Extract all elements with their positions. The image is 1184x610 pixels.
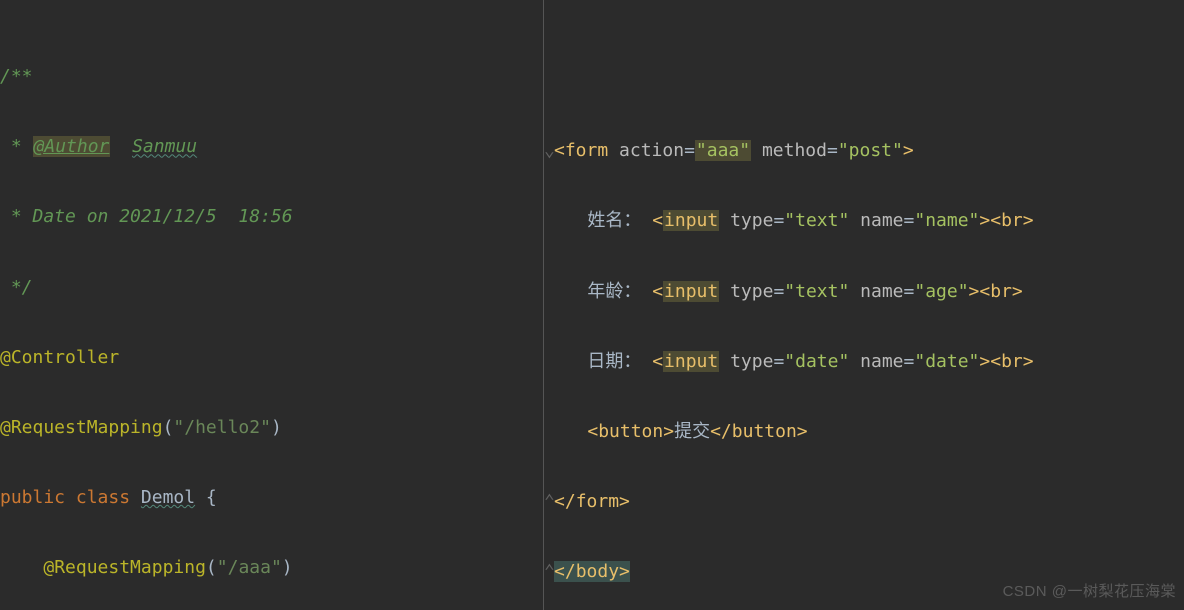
kw-public: public bbox=[0, 487, 65, 508]
submit-label: 提交 bbox=[674, 421, 710, 442]
html-snippet: ⌄<form action="aaa" method="post"> 姓名： <… bbox=[544, 70, 1184, 610]
doc-author-name: Sanmuu bbox=[132, 136, 197, 157]
label-date: 日期： bbox=[587, 351, 641, 372]
doc-author-tag: @Author bbox=[33, 136, 111, 157]
annotation-requestmapping: @RequestMapping bbox=[43, 557, 206, 578]
doc-end: */ bbox=[0, 277, 33, 298]
watermark: CSDN @一树梨花压海棠 bbox=[1003, 577, 1176, 606]
rm-path: "/hello2" bbox=[173, 417, 271, 438]
annotation-requestmapping: @RequestMapping bbox=[0, 417, 163, 438]
doc-date: * Date on 2021/12/5 18:56 bbox=[0, 206, 293, 227]
annotation-controller: @Controller bbox=[0, 347, 119, 368]
doc-line: /** bbox=[0, 66, 33, 87]
form-action: "aaa" bbox=[695, 140, 751, 161]
rm-aaa: "/aaa" bbox=[217, 557, 282, 578]
kw-class: class bbox=[76, 487, 130, 508]
right-code-pane[interactable]: ⌄<form action="aaa" method="post"> 姓名： <… bbox=[544, 0, 1184, 610]
label-name: 姓名： bbox=[587, 210, 641, 231]
label-age: 年龄： bbox=[587, 281, 641, 302]
left-code-pane[interactable]: /** * @Author Sanmuu * Date on 2021/12/5… bbox=[0, 0, 544, 610]
class-name: Demol bbox=[141, 487, 195, 508]
doc-star: * bbox=[0, 136, 33, 157]
